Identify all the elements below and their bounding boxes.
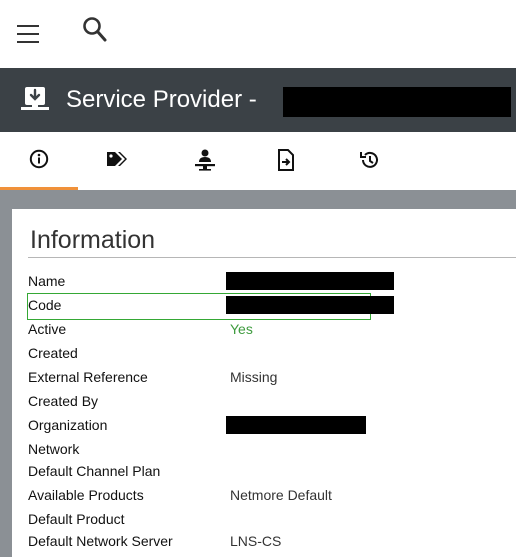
field-label: Default Channel Plan bbox=[28, 463, 161, 479]
service-provider-icon bbox=[21, 87, 49, 110]
field-label: Code bbox=[28, 297, 62, 313]
history-icon bbox=[360, 151, 378, 168]
field-label: Default Product bbox=[28, 511, 125, 527]
info-icon bbox=[29, 149, 49, 169]
field-label: Organization bbox=[28, 417, 108, 433]
person-icon bbox=[195, 149, 215, 171]
top-bar bbox=[0, 0, 516, 68]
content-separator bbox=[0, 190, 516, 209]
field-label: Available Products bbox=[28, 487, 144, 503]
page-title: Service Provider - bbox=[66, 86, 257, 113]
field-value: LNS-CS bbox=[230, 533, 282, 549]
redacted-value bbox=[226, 272, 394, 290]
redacted-title bbox=[283, 87, 511, 117]
field-label: Active bbox=[28, 321, 67, 337]
tab-history[interactable] bbox=[340, 132, 400, 190]
panel-frame bbox=[0, 209, 12, 557]
field-label: Network bbox=[28, 441, 80, 457]
redacted-value bbox=[226, 296, 394, 314]
page-title-bar: Service Provider - bbox=[0, 68, 516, 132]
tab-users[interactable] bbox=[175, 132, 235, 190]
field-label: Default Network Server bbox=[28, 533, 173, 549]
tab-tags[interactable] bbox=[88, 132, 148, 190]
field-label: Created By bbox=[28, 393, 99, 409]
tags-icon bbox=[107, 152, 127, 166]
tab-bar bbox=[0, 132, 516, 190]
tab-information[interactable] bbox=[0, 132, 78, 190]
field-label: External Reference bbox=[28, 369, 148, 385]
field-label: Created bbox=[28, 345, 78, 361]
document-icon bbox=[278, 149, 294, 171]
field-value: Yes bbox=[230, 321, 253, 337]
tab-documents[interactable] bbox=[256, 132, 316, 190]
redacted-value bbox=[226, 416, 366, 434]
search-icon[interactable] bbox=[80, 13, 110, 47]
divider bbox=[28, 257, 516, 258]
field-value: Netmore Default bbox=[230, 487, 332, 503]
hamburger-icon[interactable] bbox=[17, 25, 39, 43]
field-value: Missing bbox=[230, 369, 278, 385]
section-title: Information bbox=[30, 226, 156, 254]
field-label: Name bbox=[28, 273, 66, 289]
